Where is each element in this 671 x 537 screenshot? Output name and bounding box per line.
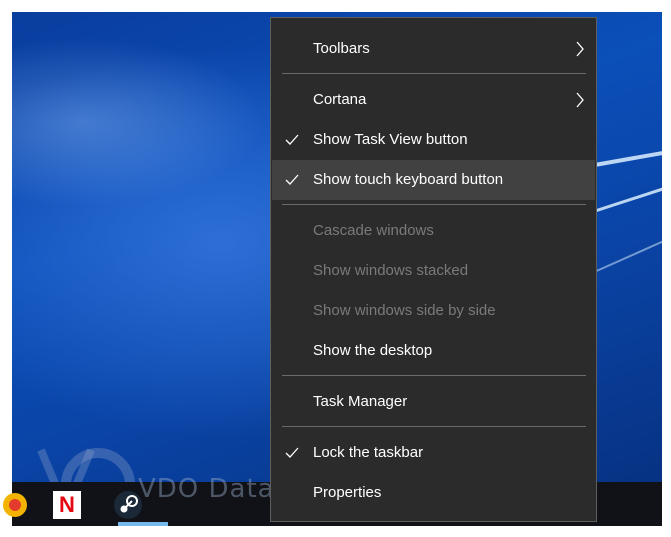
- menu-separator: [282, 426, 586, 427]
- menu-item-lock-the-taskbar[interactable]: Lock the taskbar: [272, 433, 595, 473]
- menu-item-label: Task Manager: [313, 393, 408, 410]
- netflix-letter: N: [59, 492, 75, 517]
- menu-item-cortana[interactable]: Cortana: [272, 80, 595, 120]
- menu-item-show-windows-stacked: Show windows stacked: [272, 251, 595, 291]
- light-beam: [591, 231, 662, 274]
- menu-item-show-windows-side-by-side: Show windows side by side: [272, 291, 595, 331]
- chrome-icon[interactable]: [0, 490, 30, 520]
- menu-item-label: Cascade windows: [313, 222, 434, 239]
- chevron-right-icon: [576, 92, 584, 108]
- menu-item-cascade-windows: Cascade windows: [272, 211, 595, 251]
- menu-item-label: Show touch keyboard button: [313, 171, 504, 188]
- menu-separator: [282, 375, 586, 376]
- netflix-icon[interactable]: N: [52, 490, 82, 520]
- watermark-text: VDO Data: [138, 474, 275, 504]
- menu-item-show-touch-keyboard-button[interactable]: Show touch keyboard button: [272, 160, 595, 200]
- menu-item-label: Show windows side by side: [313, 302, 496, 319]
- menu-separator: [282, 204, 586, 205]
- menu-item-task-manager[interactable]: Task Manager: [272, 382, 595, 422]
- menu-item-label: Show the desktop: [313, 342, 433, 359]
- taskbar-context-menu: Toolbars Cortana Show Task View button S…: [270, 17, 597, 522]
- menu-item-toolbars[interactable]: Toolbars: [272, 29, 595, 69]
- checkmark-icon: [285, 447, 299, 458]
- menu-item-label: Show windows stacked: [313, 262, 469, 279]
- active-app-indicator: [118, 522, 168, 526]
- chevron-right-icon: [576, 41, 584, 57]
- menu-item-properties[interactable]: Properties: [272, 473, 595, 513]
- menu-item-label: Lock the taskbar: [313, 444, 424, 461]
- menu-item-label: Toolbars: [313, 40, 370, 57]
- menu-item-show-the-desktop[interactable]: Show the desktop: [272, 331, 595, 371]
- menu-item-show-task-view-button[interactable]: Show Task View button: [272, 120, 595, 160]
- menu-separator: [282, 73, 586, 74]
- menu-item-label: Show Task View button: [313, 131, 468, 148]
- menu-item-label: Properties: [313, 484, 382, 501]
- menu-item-label: Cortana: [313, 91, 367, 108]
- checkmark-icon: [285, 174, 299, 185]
- checkmark-icon: [285, 134, 299, 145]
